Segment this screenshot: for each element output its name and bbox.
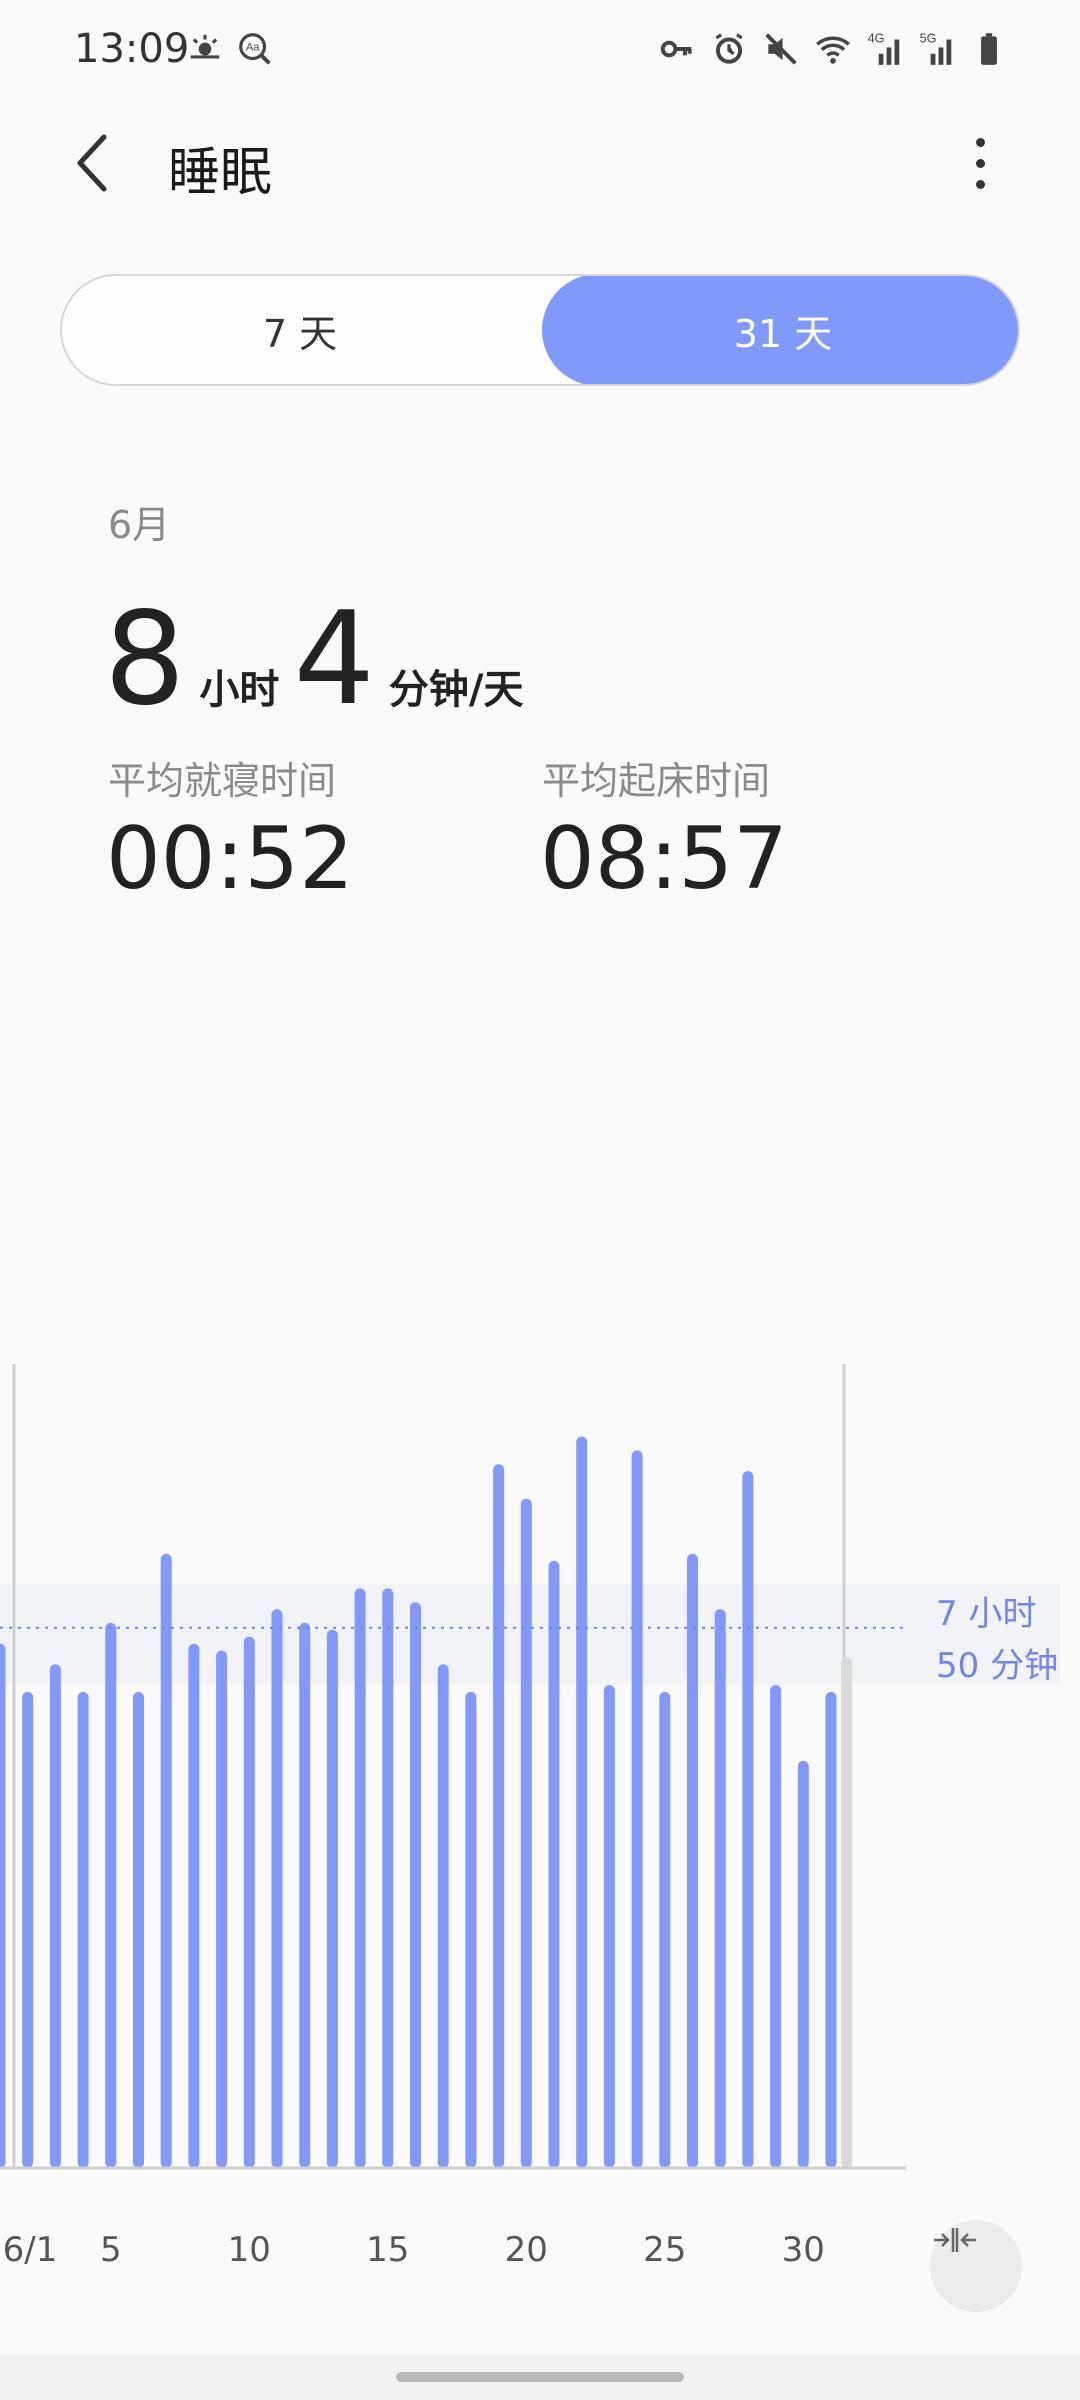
sleep-bar-chart: 7 小时 50 分钟 6/1 5 10 15 20 25 30	[0, 1340, 1080, 2312]
status-left-icons: Aa	[186, 30, 274, 68]
sleep-bar	[77, 1691, 89, 2168]
sleep-bar	[105, 1622, 117, 2168]
mute-icon	[765, 33, 797, 65]
font-scan-icon: Aa	[239, 33, 271, 65]
back-arrow-icon	[77, 134, 107, 192]
sleep-bar	[382, 1588, 394, 2168]
sleep-bar	[354, 1588, 366, 2168]
sleep-bar	[437, 1664, 449, 2168]
signal-4g-icon: 4G	[868, 32, 900, 65]
duration-minutes-unit: 分钟/天	[388, 667, 524, 713]
wifi-icon	[816, 36, 850, 64]
status-bar: 13:09 Aa 4G 5G	[0, 0, 1080, 100]
signal-4g-label: 4G	[868, 32, 885, 46]
duration-hours-unit: 小时	[199, 667, 280, 713]
x-tick-label: 10	[227, 2230, 271, 2270]
sleep-bar	[576, 1436, 588, 2168]
wake-value: 08:57	[540, 809, 788, 909]
period-segmented-control: 7 天 31 天	[60, 274, 1020, 386]
back-button[interactable]	[62, 128, 122, 198]
tab-7-days[interactable]: 7 天	[62, 276, 540, 384]
collapse-arrows-icon	[934, 2228, 976, 2252]
month-label: 6月	[108, 503, 171, 547]
sleep-bar	[326, 1629, 338, 2168]
status-time: 13:09	[74, 26, 190, 72]
duration-hours: 8	[104, 585, 186, 734]
sleep-bar	[548, 1560, 560, 2168]
gesture-nav-area	[0, 2354, 1080, 2400]
sleep-bar	[0, 1643, 6, 2168]
sleep-bar	[797, 1760, 809, 2168]
x-tick-label: 20	[504, 2230, 548, 2270]
sleep-bar	[687, 1553, 698, 2168]
x-tick-label: 30	[781, 2230, 825, 2270]
more-options-button[interactable]	[950, 128, 1010, 198]
sleep-bar	[825, 1691, 837, 2168]
sleep-bar	[271, 1609, 283, 2168]
sleep-bar	[188, 1643, 200, 2168]
sleep-bar	[465, 1691, 477, 2168]
x-tick-label: 6/1	[2, 2230, 58, 2270]
svg-text:Aa: Aa	[246, 42, 260, 54]
chart-canvas	[0, 1364, 906, 2170]
battery-icon	[981, 33, 997, 65]
sleep-bar	[243, 1636, 255, 2168]
sleep-bar	[299, 1622, 311, 2168]
alarm-icon	[715, 33, 743, 64]
sleep-bar	[160, 1553, 172, 2168]
duration-minutes: 4	[293, 585, 375, 734]
sleep-bar	[493, 1464, 505, 2168]
more-dot-icon	[975, 158, 985, 168]
more-dot-icon	[975, 137, 985, 147]
x-tick-label: 15	[366, 2230, 410, 2270]
average-label-minutes: 50 分钟	[936, 1646, 1059, 1686]
home-handle[interactable]	[396, 2372, 684, 2382]
signal-5g-label: 5G	[920, 32, 937, 46]
sleep-bar	[770, 1685, 782, 2168]
average-duration: 8 小时 4 分钟/天	[104, 596, 537, 724]
sleep-bar	[133, 1691, 144, 2168]
status-right-icons: 4G 5G	[658, 30, 1008, 68]
average-label: 7 小时 50 分钟	[936, 1588, 1058, 1692]
signal-5g-icon: 5G	[920, 32, 952, 65]
sleep-bar	[216, 1650, 228, 2168]
sleep-bar	[631, 1450, 643, 2168]
average-label-hours: 7 小时	[936, 1594, 1037, 1634]
x-tick-label: 25	[643, 2230, 687, 2270]
page-title: 睡眠	[168, 143, 273, 203]
sleep-bar	[742, 1471, 754, 2168]
collapse-chart-button[interactable]	[930, 2220, 1022, 2312]
sleep-bar-current	[841, 1657, 853, 2168]
bedtime-label: 平均就寝时间	[108, 759, 337, 803]
sleep-bar	[49, 1664, 61, 2168]
sleep-bar	[714, 1609, 726, 2168]
sleep-bar	[659, 1691, 671, 2168]
more-dot-icon	[975, 179, 985, 189]
sleep-bar	[410, 1602, 421, 2168]
vpn-key-icon	[660, 40, 692, 58]
bedtime-value: 00:52	[106, 809, 354, 909]
sleep-bar	[520, 1498, 532, 2168]
x-tick-label: 5	[99, 2230, 122, 2270]
sleep-bar	[22, 1691, 34, 2168]
sleep-bar	[603, 1685, 615, 2168]
tab-31-days[interactable]: 31 天	[542, 276, 1018, 384]
wake-label: 平均起床时间	[542, 759, 771, 803]
weather-icon	[190, 34, 220, 59]
